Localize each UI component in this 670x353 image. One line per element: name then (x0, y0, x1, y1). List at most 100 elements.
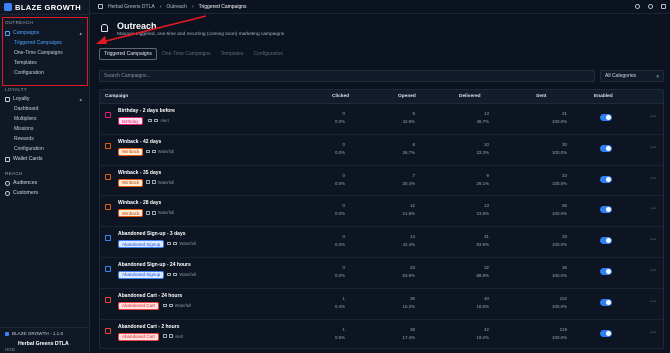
campaign-channels: Waterfall (145, 210, 174, 215)
stat-count: 9 (486, 172, 489, 178)
enabled-toggle[interactable] (600, 329, 612, 337)
campaign-tabs: Triggered Campaigns One-Time Campaigns T… (99, 48, 288, 60)
enabled-toggle[interactable] (600, 175, 612, 183)
tab-templates[interactable]: Templates (216, 48, 249, 60)
campaign-badge: Abandoned Cart (118, 301, 159, 310)
stat-count: 38 (410, 326, 415, 332)
enabled-toggle[interactable] (600, 237, 612, 245)
user-icon (5, 190, 10, 196)
stat-percent: 100.0% (552, 119, 567, 124)
campaign-name[interactable]: Abandoned Cart - 24 hours (118, 293, 182, 299)
enabled-toggle[interactable] (600, 144, 612, 152)
sidebar-item-loyalty[interactable]: Loyalty ▲ (0, 94, 89, 104)
stat-percent: 0.0% (334, 242, 345, 248)
campaign-name[interactable]: Abandoned Sign-up - 3 days (118, 231, 186, 237)
stat-count: 1 (342, 326, 345, 332)
sidebar-item-label: Audiences (13, 180, 38, 186)
chat-icon[interactable] (635, 4, 640, 9)
breadcrumb-item[interactable]: Outreach (166, 4, 187, 10)
blaze-logo-icon (5, 331, 9, 336)
campaign-name[interactable]: Abandoned Cart - 2 hours (118, 324, 179, 330)
campaign-trigger-type: Waterfall (157, 148, 175, 154)
campaign-trigger-type: Waterfall (157, 179, 175, 185)
table-row[interactable]: Abandoned Sign-up - 3 days Abandoned Sign… (100, 227, 663, 258)
top-actions (635, 4, 666, 9)
sidebar-item-customers[interactable]: Customers (0, 188, 89, 198)
more-options-icon[interactable]: ⋯ (650, 267, 656, 274)
sidebar-item-audiences[interactable]: Audiences (0, 178, 89, 188)
stat-percent: 0.0% (334, 119, 345, 124)
more-options-icon[interactable]: ⋯ (650, 329, 656, 336)
breadcrumb-item[interactable]: Herbal Greens DTLA (108, 4, 155, 10)
campaign-badge: Winback (118, 147, 144, 156)
table-row[interactable]: Winback - 28 days Winback Waterfall 0 0.0% 12… (100, 196, 663, 228)
tab-triggered-campaigns[interactable]: Triggered Campaigns (99, 48, 157, 60)
help-icon[interactable] (648, 4, 653, 9)
enabled-toggle[interactable] (600, 267, 612, 275)
notification-icon (173, 272, 178, 277)
table-row[interactable]: Abandoned Cart - 2 hours Abandoned Cart Al… (100, 320, 663, 351)
brand-name: BLAZE GROWTH (15, 2, 82, 12)
table-row[interactable]: Winback - 35 days Winback Waterfall 0 0.0% 7 3… (100, 166, 663, 197)
enabled-toggle[interactable] (600, 298, 612, 306)
stat-percent: 100.0% (552, 180, 567, 186)
stat-count: 31 (484, 234, 489, 240)
table-row[interactable]: Birthday - 2 days before Birthday Alert 0 0.… (100, 104, 663, 135)
more-options-icon[interactable]: ⋯ (650, 113, 656, 120)
apps-grid-icon[interactable] (661, 4, 666, 9)
stat-percent: 46.7% (476, 119, 489, 124)
sidebar-item-multipliers[interactable]: Multipliers (0, 114, 89, 124)
sidebar-item-loyalty-configuration[interactable]: Configuration (0, 144, 89, 154)
sidebar-item-rewards[interactable]: Rewards (0, 134, 89, 144)
campaign-name[interactable]: Birthday - 2 days before (118, 108, 175, 114)
tab-configuration[interactable]: Configuration (248, 48, 288, 60)
search-input[interactable]: Search Campaigns... (99, 70, 595, 82)
category-select[interactable]: All Categories ▼ (600, 70, 664, 82)
campaign-badge: Winback (118, 178, 144, 187)
table-row[interactable]: Abandoned Sign-up - 24 hours Abandoned Si… (100, 258, 663, 289)
sidebar-item-missions[interactable]: Missions (0, 124, 89, 134)
blaze-logo-icon (4, 3, 12, 11)
campaign-name[interactable]: Winback - 42 days (118, 139, 161, 145)
brand[interactable]: BLAZE GROWTH (0, 0, 89, 15)
campaign-name[interactable]: Winback - 28 days (118, 200, 161, 206)
sidebar-item-dashboard[interactable]: Dashboard (0, 104, 89, 114)
campaign-channels: Alert (148, 118, 169, 123)
sidebar-item-label: Customers (13, 190, 39, 196)
more-options-icon[interactable]: ⋯ (650, 175, 656, 182)
table-row[interactable]: Winback - 42 days Winback Waterfall 0 0.0% 8 2… (100, 135, 663, 166)
more-options-icon[interactable]: ⋯ (650, 144, 656, 151)
stat-count: 0 (342, 172, 345, 178)
enabled-toggle[interactable] (600, 114, 612, 121)
stat-percent: 0.0% (334, 149, 345, 155)
sidebar: BLAZE GROWTH OUTREACH Campaigns ▲ Trigge… (0, 0, 90, 353)
stat-percent: 23.6% (476, 211, 489, 217)
sidebar-item-wallet-cards[interactable]: Wallet Cards (0, 154, 89, 164)
stat-percent: 39.1% (476, 180, 489, 186)
breadcrumb-separator: › (191, 3, 194, 10)
stat-count: 10 (484, 141, 489, 147)
campaign-channels: Waterfall (145, 148, 175, 154)
stat-count: 0 (342, 111, 345, 116)
chevron-up-icon: ▲ (78, 96, 83, 102)
enabled-toggle[interactable] (600, 206, 612, 214)
more-options-icon[interactable]: ⋯ (650, 236, 656, 243)
campaign-name[interactable]: Abandoned Sign-up - 24 hours (118, 262, 191, 268)
star-icon (5, 96, 10, 102)
store-switcher[interactable]: Herbal Greens DTLA (0, 336, 90, 347)
breadcrumb-current: Triggered Campaigns (198, 3, 247, 10)
table-row[interactable]: Abandoned Cart - 24 hours Abandoned Cart W… (100, 289, 663, 320)
stat-count: 222 (559, 295, 567, 301)
campaign-name[interactable]: Winback - 35 days (118, 170, 161, 176)
email-icon (145, 149, 150, 154)
stat-percent: 17.4% (402, 334, 415, 340)
email-icon (162, 303, 167, 308)
more-options-icon[interactable]: ⋯ (650, 298, 656, 305)
globe-icon (5, 180, 10, 186)
more-options-icon[interactable]: ⋯ (650, 205, 656, 212)
tab-one-time-campaigns[interactable]: One-Time Campaigns (157, 48, 216, 60)
store-avatar: HGD (5, 347, 15, 352)
sidebar-toggle-icon[interactable] (98, 4, 103, 9)
notification-icon (168, 303, 173, 308)
campaign-badge: Birthday (118, 117, 143, 125)
